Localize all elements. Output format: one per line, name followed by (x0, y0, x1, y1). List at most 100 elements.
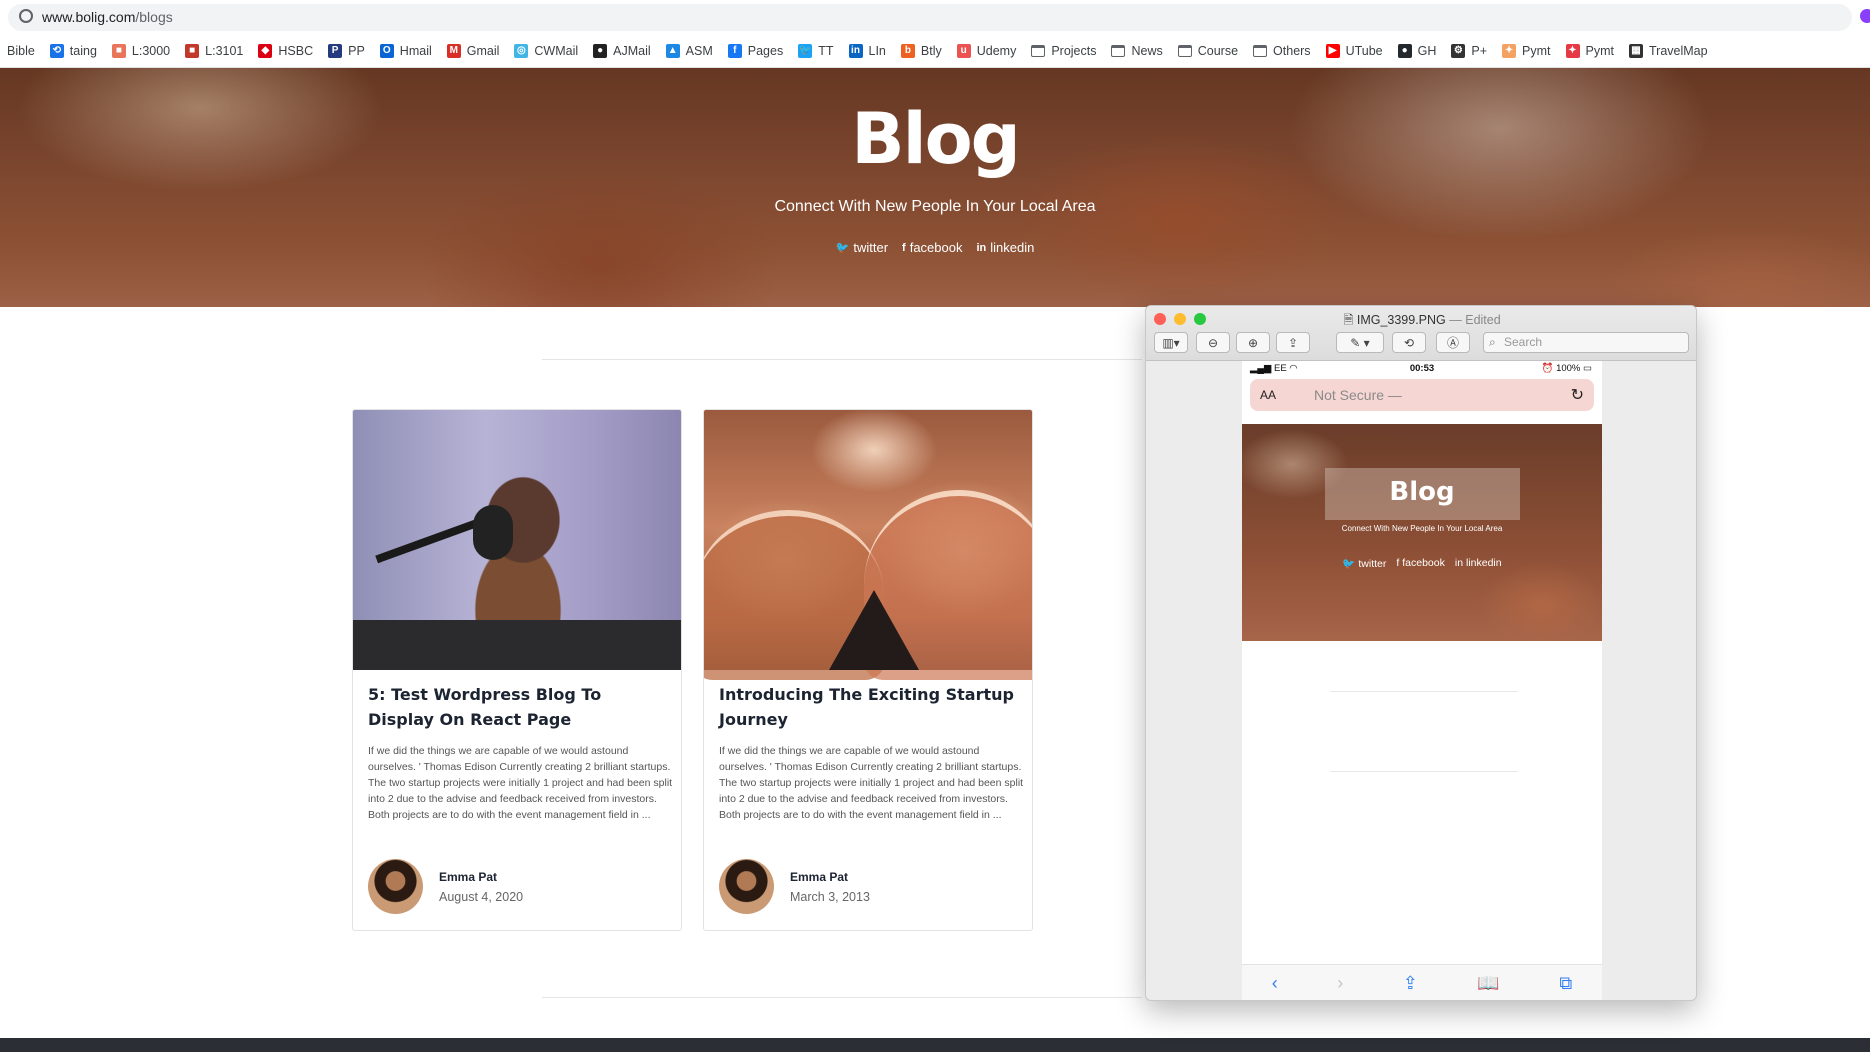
site-info-icon[interactable] (19, 9, 33, 23)
bookmark-item[interactable]: ▲ ASM (665, 43, 713, 58)
bookmark-item[interactable]: ✦ Pymt (1502, 43, 1551, 58)
address-bar: www.bolig.com/blogs (0, 0, 1870, 34)
folder-icon (1111, 44, 1126, 57)
post-image[interactable] (353, 410, 681, 670)
bookmark-label: Hmail (399, 43, 432, 58)
bookmark-item[interactable]: f Pages (727, 43, 784, 58)
post-excerpt: If we did the things we are capable of w… (719, 745, 1024, 821)
phone-social-links: 🐦 twitter f facebook in linkedin (1242, 557, 1602, 570)
bookmark-item[interactable]: P PP (328, 43, 365, 58)
markup-button[interactable]: Ⓐ (1436, 332, 1470, 353)
post-title[interactable]: Introducing The Exciting Startup Journey (719, 682, 1019, 732)
bookmark-label: LIn (868, 43, 886, 58)
gmail-icon: M (446, 43, 461, 58)
bookmark-label: Bible (7, 43, 35, 58)
phone-facebook-label: facebook (1402, 557, 1445, 569)
phone-linkedin: in linkedin (1455, 557, 1502, 570)
bookmark-item[interactable]: ■ L:3000 (111, 43, 170, 58)
phone-linkedin-label: linkedin (1465, 557, 1502, 569)
bookmark-item[interactable]: Projects (1031, 44, 1096, 58)
zoom-out-button[interactable]: ⊖ (1196, 332, 1230, 353)
bookmark-item[interactable]: ⚙ P+ (1451, 43, 1488, 58)
linkedin-icon: in (976, 241, 987, 254)
bookmark-item[interactable]: Others (1253, 44, 1311, 58)
bookmark-item[interactable]: Course (1177, 44, 1238, 58)
post-excerpt: If we did the things we are capable of w… (368, 745, 673, 821)
bookmark-label: P+ (1471, 43, 1488, 58)
bookmark-item[interactable]: ▦ TravelMap (1628, 43, 1708, 58)
linkedin-icon: in (1454, 557, 1464, 569)
folder-icon (1031, 44, 1046, 57)
phone-divider (1330, 771, 1518, 772)
zoom-in-button[interactable]: ⊕ (1236, 332, 1270, 353)
bookmark-item[interactable]: 🐦 TT (798, 43, 834, 58)
bookmark-label: News (1131, 43, 1163, 58)
markup-pen-button[interactable]: ✎ ▾ (1336, 332, 1384, 353)
search-input[interactable]: Search (1483, 332, 1689, 353)
phone-url-bar: AA Not Secure — ↻ (1250, 379, 1594, 411)
twitter-link[interactable]: 🐦 twitter (836, 240, 888, 255)
hero-subtitle: Connect With New People In Your Local Ar… (774, 198, 1096, 215)
folder-icon (1253, 44, 1268, 57)
youtube-icon: ▶ (1325, 43, 1340, 58)
bookmark-item[interactable]: ◎ CWMail (514, 43, 578, 58)
preview-window: 🗎 IMG_3399.PNG — Edited ▥▾ ⊖ ⊕ ⇪ ✎ ▾ ⟲ Ⓐ… (1145, 305, 1697, 1001)
bookmark-label: taing (69, 43, 97, 58)
bookmark-item[interactable]: M Gmail (446, 43, 500, 58)
bookmark-item[interactable]: ▶ UTube (1325, 43, 1383, 58)
blog-card[interactable]: Introducing The Exciting Startup Journey… (703, 409, 1033, 931)
sidebar-toggle-button[interactable]: ▥▾ (1154, 332, 1188, 353)
bookmark-label: Gmail (466, 43, 500, 58)
extension-icon[interactable] (1860, 9, 1870, 23)
rotate-button[interactable]: ⟲ (1392, 332, 1426, 353)
bookmark-item[interactable]: News (1111, 43, 1163, 58)
battery-icon: ▭ (1580, 363, 1592, 374)
author-name: Emma Pat (790, 869, 849, 884)
bookmark-label: TravelMap (1648, 43, 1708, 58)
bookmark-item[interactable]: O Hmail (379, 43, 432, 58)
facebook-link[interactable]: f facebook (902, 240, 962, 255)
post-title[interactable]: 5: Test Wordpress Blog To Display On Rea… (368, 682, 668, 732)
bookmark-label: Pymt (1585, 43, 1614, 58)
bookmark-item[interactable]: ■ L:3101 (185, 43, 243, 58)
author-info: Emma Pat March 3, 2013 (719, 859, 870, 914)
social-links: 🐦 twitter f facebook in linkedin (0, 240, 1870, 255)
filename: IMG_3399.PNG (1356, 313, 1446, 327)
bookmark-item[interactable]: ⟲ taing (49, 43, 97, 58)
url-text[interactable]: www.bolig.com/blogs (42, 9, 173, 25)
phone-subtitle: Connect With New People In Your Local Ar… (1341, 524, 1503, 533)
bookmark-item[interactable]: u Udemy (956, 43, 1016, 58)
bookmark-label: Pages (747, 43, 784, 58)
bitly-icon: b (900, 43, 915, 58)
app-icon: ■ (185, 43, 200, 58)
linkedin-link[interactable]: in linkedin (976, 240, 1034, 255)
bookmark-label: PP (348, 43, 365, 58)
linkedin-icon: in (848, 43, 863, 58)
bookmark-item[interactable]: ✦ Pymt (1565, 43, 1614, 58)
phone-status-bar: ▂▄▆ EE ◠ 00:53 ⏰ 100% ▭ (1242, 361, 1602, 377)
zoom-in-icon: ⊕ (1247, 335, 1259, 350)
post-image[interactable] (704, 410, 1032, 680)
bookmark-item[interactable]: ● AJMail (593, 43, 651, 58)
file-icon: 🗎 (1343, 313, 1357, 327)
bookmarks-bar: Bible ⟲ taing ■ L:3000 ■ L:3101 ◆ HSBC P PP O Hmail M… (0, 34, 1870, 68)
bookmark-item[interactable]: Bible (7, 44, 35, 58)
url-host: www.bolig.com (42, 9, 136, 25)
url-field[interactable] (8, 4, 1852, 31)
bookmark-label: UTube (1345, 43, 1383, 58)
ajmail-icon: ● (593, 43, 608, 58)
facebook-icon: f (1396, 557, 1400, 569)
twitter-icon: 🐦 (835, 242, 850, 254)
bookmark-item[interactable]: ◆ HSBC (258, 43, 313, 58)
blog-card[interactable]: 5: Test Wordpress Blog To Display On Rea… (352, 409, 682, 931)
bookmark-item[interactable]: b Btly (900, 43, 942, 58)
bookmark-item[interactable]: in LIn (848, 43, 886, 58)
twitter-label: twitter (853, 240, 889, 255)
alarm-icon: ⏰ (1541, 363, 1557, 374)
zoom-out-icon: ⊖ (1207, 335, 1219, 350)
phone-twitter-label: twitter (1358, 558, 1387, 570)
bookmark-item[interactable]: ● GH (1397, 43, 1436, 58)
not-secure-text: Not Secure — (1314, 387, 1402, 403)
share-button[interactable]: ⇪ (1276, 332, 1310, 353)
window-title: 🗎 IMG_3399.PNG — Edited (1146, 311, 1696, 332)
